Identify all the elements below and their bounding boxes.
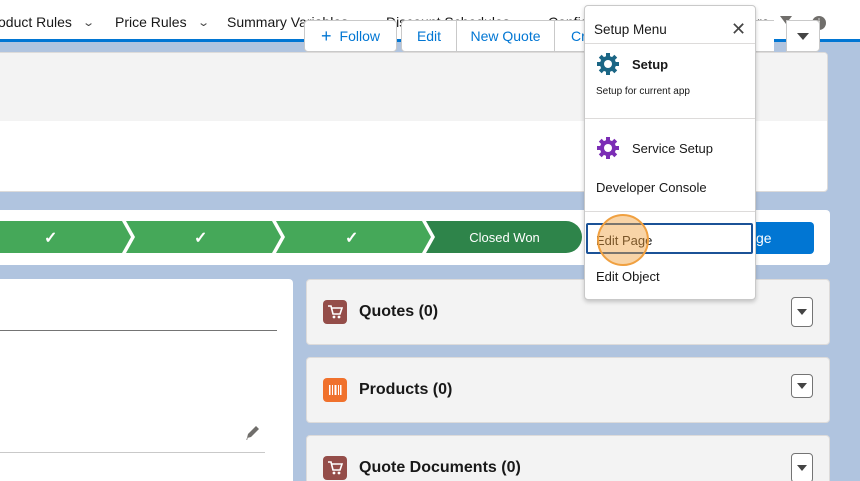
menu-divider bbox=[585, 211, 755, 212]
nav-item-product-rules[interactable]: oduct Rules ⌄ bbox=[0, 14, 95, 30]
nav-item-price-rules[interactable]: Price Rules ⌄ bbox=[115, 14, 210, 30]
check-icon: ✓ bbox=[345, 230, 359, 247]
field-divider bbox=[0, 452, 265, 453]
detail-card bbox=[0, 279, 293, 481]
setup-menu-item-description: Setup for current app bbox=[596, 86, 690, 97]
more-actions-button[interactable] bbox=[786, 20, 820, 52]
caret-down-icon bbox=[797, 383, 807, 389]
nav-label: Price Rules bbox=[115, 14, 187, 30]
follow-label: Follow bbox=[339, 28, 380, 44]
pencil-icon[interactable] bbox=[244, 424, 262, 442]
path-stage-label[interactable]: Closed Won bbox=[432, 230, 577, 245]
mark-stage-label: ge bbox=[756, 230, 772, 246]
nav-label: oduct Rules bbox=[0, 14, 72, 30]
chevron-down-icon[interactable]: ⌄ bbox=[197, 16, 210, 29]
edit-object-menu-item[interactable]: Edit Object bbox=[596, 269, 660, 284]
related-list-menu-button[interactable] bbox=[791, 374, 813, 398]
follow-button[interactable]: + Follow bbox=[304, 20, 397, 52]
related-list-menu-button[interactable] bbox=[791, 453, 813, 481]
related-list-title[interactable]: Products (0) bbox=[359, 381, 452, 399]
path-stage-1 bbox=[0, 221, 131, 253]
check-icon: ✓ bbox=[194, 230, 208, 247]
mark-stage-button[interactable]: ge bbox=[748, 222, 814, 254]
barcode-icon bbox=[323, 378, 347, 402]
close-icon[interactable]: ✕ bbox=[731, 20, 746, 38]
setup-menu-item[interactable]: Setup bbox=[632, 57, 668, 72]
service-setup-menu-item[interactable]: Service Setup bbox=[632, 141, 713, 156]
new-quote-button[interactable]: New Quote bbox=[456, 20, 555, 52]
setup-menu-title: Setup Menu bbox=[594, 22, 667, 37]
chevron-down-icon[interactable]: ⌄ bbox=[82, 16, 95, 29]
menu-divider bbox=[585, 118, 755, 119]
cart-icon bbox=[323, 456, 347, 480]
menu-divider bbox=[585, 43, 755, 44]
setup-gear-icon bbox=[597, 53, 619, 75]
service-setup-gear-icon bbox=[597, 137, 619, 159]
plus-icon: + bbox=[321, 26, 332, 46]
tab-underline bbox=[0, 330, 277, 331]
developer-console-menu-item[interactable]: Developer Console bbox=[596, 180, 707, 195]
edit-label: Edit bbox=[416, 28, 442, 44]
related-list-title[interactable]: Quote Documents (0) bbox=[359, 459, 521, 477]
related-list-products: Products (0) bbox=[306, 357, 830, 423]
related-list-menu-button[interactable] bbox=[791, 297, 813, 327]
check-icon: ✓ bbox=[44, 230, 58, 247]
click-indicator bbox=[597, 214, 649, 266]
caret-down-icon bbox=[797, 309, 807, 315]
caret-down-icon bbox=[797, 465, 807, 471]
caret-down-icon bbox=[797, 32, 809, 40]
related-list-quote-documents: Quote Documents (0) bbox=[306, 435, 830, 481]
edit-button[interactable]: Edit bbox=[401, 20, 457, 52]
related-list-title[interactable]: Quotes (0) bbox=[359, 303, 438, 321]
cart-icon bbox=[323, 300, 347, 324]
new-quote-label: New Quote bbox=[470, 28, 541, 44]
